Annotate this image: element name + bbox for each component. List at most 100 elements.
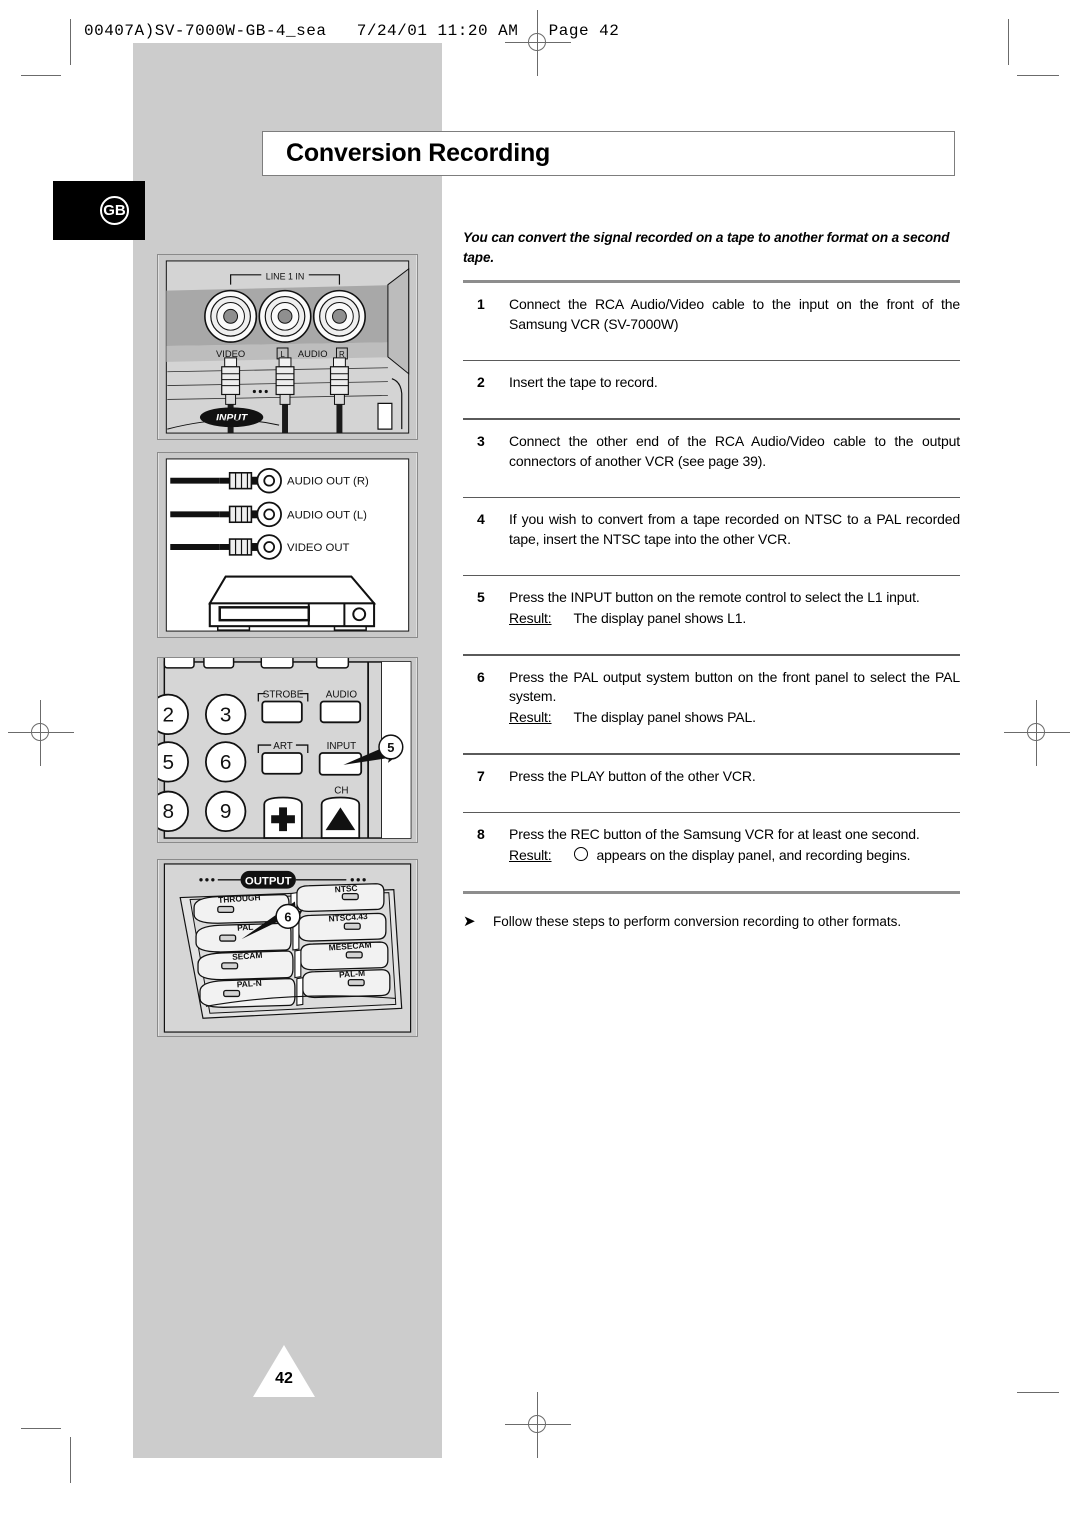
figure-remote-btn-audio: [319, 700, 362, 724]
figure-remote-btn-input: [318, 752, 363, 776]
crop-mark-top-right-vertical: [1008, 19, 1009, 65]
svg-text:9: 9: [220, 800, 232, 823]
figure-output-btn-secam: SECAM: [232, 950, 263, 962]
figure-remote-label-art: ART: [273, 741, 293, 752]
step-item: 7 Press the PLAY button of the other VCR…: [463, 755, 960, 799]
figure-line1-in-jacks: LINE 1 IN VIDEO L AUDIO R INPUT: [157, 254, 418, 440]
region-badge-gb: GB: [53, 181, 145, 240]
note-text: Follow these steps to perform conversion…: [493, 913, 902, 929]
result-text: appears on the display panel, and record…: [573, 846, 911, 866]
figure-remote-btn-plus: [263, 796, 303, 839]
step-item: 8 Press the REC button of the Samsung VC…: [463, 813, 960, 878]
note-callout: ➤ Follow these steps to perform conversi…: [463, 912, 960, 932]
step-number: 6: [477, 668, 485, 685]
result-label: Result:: [509, 709, 552, 726]
figure-label-video-out: VIDEO OUT: [287, 542, 350, 554]
crop-mark-top-left-vertical: [70, 19, 71, 65]
result-text-label: appears on the display panel, and record…: [596, 846, 911, 863]
step-item: 4 If you wish to convert from a tape rec…: [463, 498, 960, 562]
step-text: Press the PLAY button of the other VCR.: [509, 767, 756, 784]
figure-input-tag: INPUT: [216, 413, 249, 424]
page-number-label: 42: [275, 1370, 293, 1387]
crop-mark-bottom-left-vertical: [70, 1437, 71, 1483]
arrow-bullet-icon: ➤: [463, 912, 476, 930]
step-number: 2: [477, 374, 485, 391]
figure-line1-caption: LINE 1 IN: [266, 272, 305, 282]
step-text: Insert the tape to record.: [509, 374, 658, 391]
page-title: Conversion Recording: [286, 139, 551, 167]
page-number-badge: 42: [253, 1345, 315, 1397]
figure-label-audio-out-r: AUDIO OUT (R): [287, 476, 369, 488]
rule-bottom: [463, 890, 960, 894]
steps-list: 1 Connect the RCA Audio/Video cable to t…: [463, 283, 960, 894]
step-number: 1: [477, 296, 485, 313]
figure-jack-label-video: VIDEO: [216, 348, 245, 359]
circle-o-icon: [573, 846, 588, 861]
step-text: Connect the RCA Audio/Video cable to the…: [509, 296, 960, 332]
intro-paragraph: You can convert the signal recorded on a…: [463, 230, 950, 265]
registration-mark-bottom: [505, 1392, 571, 1458]
step-text-with-result: Press the REC button of the Samsung VCR …: [509, 825, 960, 866]
figure-remote-btn-art: [261, 752, 303, 775]
svg-text:5: 5: [163, 751, 175, 774]
step-number: 7: [477, 767, 485, 784]
gb-label: GB: [103, 202, 126, 219]
gb-circle-icon: GB: [100, 196, 129, 225]
figure-output-system-panel: OUTPUT THROUGH NTSC PAL NTSC4.43 SECAM M…: [157, 859, 418, 1037]
svg-text:3: 3: [220, 703, 232, 726]
step-text: Connect the other end of the RCA Audio/V…: [509, 432, 960, 469]
step-number: 4: [477, 511, 485, 527]
svg-text:2: 2: [163, 703, 175, 726]
figure-vcr-body: [208, 575, 377, 631]
figure-remote-label-audio: AUDIO: [326, 690, 358, 701]
step-text-with-result: Press the INPUT button on the remote con…: [509, 588, 960, 629]
figure-output-title: OUTPUT: [245, 876, 292, 888]
figure-remote-control: 2 3 5 6 8 9 STROBE AUDIO ART INPUT CH 5: [157, 657, 418, 843]
figure-other-vcr-outputs: AUDIO OUT (R) AUDIO OUT (L) VIDEO OUT: [157, 452, 418, 638]
registration-mark-right: [1004, 700, 1070, 766]
step-item: 3 Connect the other end of the RCA Audio…: [463, 420, 960, 484]
step-number: 8: [477, 826, 485, 842]
step-result: Result: The display panel shows PAL.: [509, 708, 960, 728]
step-number: 5: [477, 589, 485, 606]
figure-remote-label-ch: CH: [334, 786, 348, 797]
figure-output-btn-paln: PAL-N: [236, 978, 262, 990]
result-text: The display panel shows PAL.: [573, 709, 756, 726]
crop-mark-top-right-horizontal: [1017, 75, 1059, 76]
step-item: 6 Press the PAL output system button on …: [463, 656, 960, 741]
step-text: If you wish to convert from a tape recor…: [509, 511, 960, 547]
step-text: Press the REC button of the Samsung VCR …: [509, 826, 920, 842]
step-text-with-result: Press the PAL output system button on th…: [509, 668, 960, 729]
step-item: 2 Insert the tape to record.: [463, 361, 960, 405]
step-item: 5 Press the INPUT button on the remote c…: [463, 576, 960, 641]
step-text: Press the PAL output system button on th…: [509, 668, 960, 705]
figure-output-btn-palm: PAL-M: [339, 968, 366, 980]
svg-text:8: 8: [163, 800, 175, 823]
figure-output-btn-ntsc: NTSC: [334, 883, 357, 895]
instructions-column: You can convert the signal recorded on a…: [463, 228, 960, 932]
step-text: Press the INPUT button on the remote con…: [509, 589, 920, 606]
svg-text:6: 6: [284, 909, 291, 924]
crop-mark-bottom-right-horizontal: [1017, 1392, 1059, 1393]
figure-remote-label-strobe: STROBE: [263, 690, 304, 701]
figure-remote-btn-ch-up: [320, 796, 361, 839]
registration-mark-left: [8, 700, 74, 766]
page-title-bar: Conversion Recording: [262, 131, 955, 176]
step-item: 1 Connect the RCA Audio/Video cable to t…: [463, 283, 960, 347]
svg-text:6: 6: [220, 751, 232, 774]
figure-output-btn-pal: PAL: [237, 922, 254, 933]
step-result: Result: The display panel shows L1.: [509, 609, 960, 629]
result-label: Result:: [509, 610, 552, 627]
step-number: 3: [477, 432, 485, 449]
step-result: Result: appears on the display panel, an…: [509, 846, 960, 866]
figure-remote-btn-strobe: [261, 700, 303, 724]
svg-text:5: 5: [387, 740, 394, 755]
crop-mark-bottom-left-horizontal: [21, 1428, 61, 1429]
result-text: The display panel shows L1.: [573, 610, 747, 627]
print-header-filename: 00407A)SV-7000W-GB-4_sea 7/24/01 11:20 A…: [84, 22, 620, 40]
figure-jack-label-audio: AUDIO: [298, 348, 328, 359]
figure-label-audio-out-l: AUDIO OUT (L): [287, 509, 367, 521]
result-label: Result:: [509, 846, 552, 863]
crop-mark-top-left-horizontal: [21, 75, 61, 76]
figure-remote-label-input: INPUT: [327, 741, 357, 752]
